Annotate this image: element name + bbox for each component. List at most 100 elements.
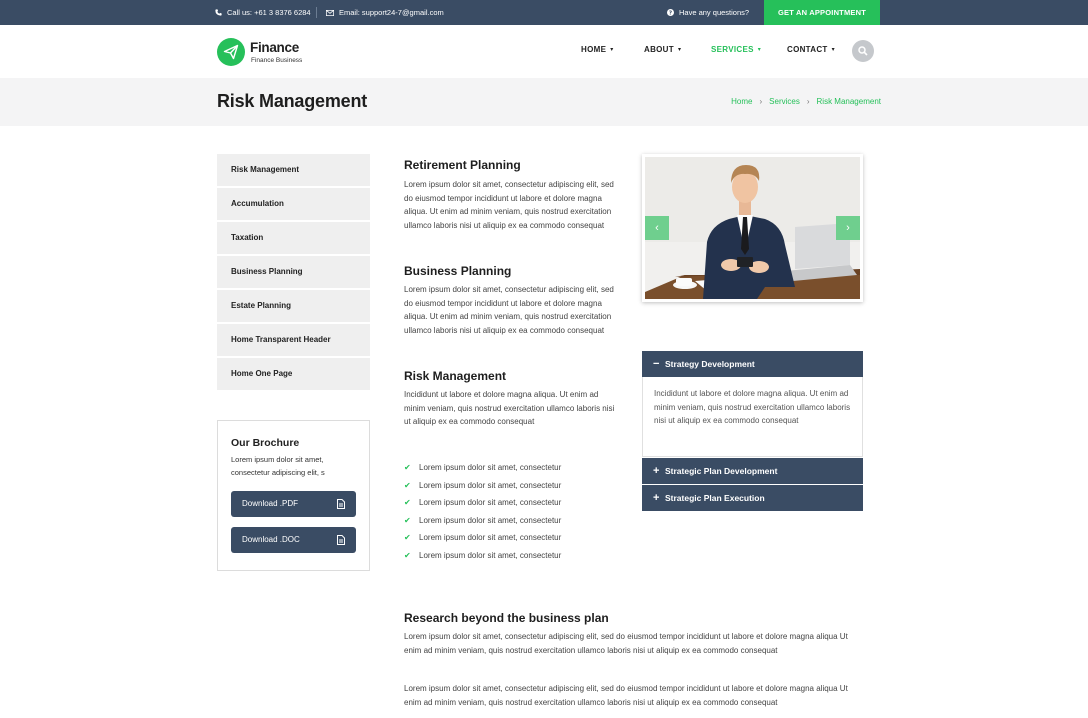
checklist-item-text: Lorem ipsum dolor sit amet, consectetur <box>419 515 562 525</box>
divider <box>316 7 317 18</box>
nav-about[interactable]: ABOUT ▾ <box>644 45 681 54</box>
accordion-title: Strategy Development <box>665 359 755 369</box>
chevron-left-icon: ‹ <box>655 222 659 234</box>
check-icon: ✔ <box>404 533 411 543</box>
check-icon: ✔ <box>404 463 411 473</box>
site-header: Finance Finance Business HOME ▾ ABOUT ▾ SE… <box>0 25 1088 78</box>
brochure-widget: Our Brochure Lorem ipsum dolor sit amet,… <box>217 420 370 571</box>
sidebar-item-business-planning[interactable]: Business Planning <box>217 256 370 288</box>
nav-services-label: SERVICES <box>711 45 754 54</box>
checklist-item-text: Lorem ipsum dolor sit amet, consectetur <box>419 498 562 508</box>
paper-plane-logo-icon[interactable] <box>217 38 245 66</box>
nav-contact-label: CONTACT <box>787 45 828 54</box>
nav-home[interactable]: HOME ▾ <box>581 45 614 54</box>
email-text: Email: support24-7@gmail.com <box>339 8 444 17</box>
chevron-right-icon: › <box>806 97 810 106</box>
checklist-item-text: Lorem ipsum dolor sit amet, consectetur <box>419 463 562 473</box>
breadcrumb: Home › Services › Risk Management <box>731 97 881 106</box>
sidebar-item-risk-management[interactable]: Risk Management <box>217 154 370 186</box>
nav-home-label: HOME <box>581 45 607 54</box>
image-slider: ‹ › <box>642 154 863 302</box>
brand-tagline: Finance Business <box>251 57 303 64</box>
sidebar-item-accumulation[interactable]: Accumulation <box>217 188 370 220</box>
check-icon: ✔ <box>404 515 411 525</box>
sidebar-menu: Risk Management Accumulation Taxation Bu… <box>217 154 370 392</box>
checklist: ✔ Lorem ipsum dolor sit amet, consectetur… <box>404 459 624 564</box>
accordion-header-strategic-plan-execution[interactable]: + Strategic Plan Execution <box>642 485 863 511</box>
svg-text:?: ? <box>669 11 672 16</box>
nav-about-label: ABOUT <box>644 45 674 54</box>
download-pdf-label: Download .PDF <box>242 499 299 508</box>
checklist-item-text: Lorem ipsum dolor sit amet, consectetur <box>419 480 562 490</box>
section-text-business-planning: Lorem ipsum dolor sit amet, consectetur … <box>404 285 614 335</box>
chevron-right-icon: › <box>846 222 850 234</box>
section-title-business-planning: Business Planning <box>404 264 512 278</box>
accordion-title: Strategic Plan Execution <box>665 493 765 503</box>
download-doc-button[interactable]: Download .DOC <box>231 527 356 553</box>
phone-text: Call us: +61 3 8376 6284 <box>227 8 311 17</box>
chevron-down-icon: ▾ <box>610 47 614 53</box>
sidebar-item-home-transparent-header[interactable]: Home Transparent Header <box>217 324 370 356</box>
brochure-title: Our Brochure <box>231 437 300 449</box>
check-icon: ✔ <box>404 550 411 560</box>
document-icon <box>337 499 345 509</box>
businessman-photo <box>645 157 860 299</box>
section-text-retirement-planning: Lorem ipsum dolor sit amet, consectetur … <box>404 180 614 230</box>
chevron-right-icon: › <box>759 97 763 106</box>
nav-contact[interactable]: CONTACT ▾ <box>787 45 835 54</box>
checklist-item: ✔ Lorem ipsum dolor sit amet, consectetur <box>404 459 624 477</box>
section-title-retirement-planning: Retirement Planning <box>404 158 521 172</box>
sidebar-item-estate-planning[interactable]: Estate Planning <box>217 290 370 322</box>
download-pdf-button[interactable]: Download .PDF <box>231 491 356 517</box>
section-title-risk-management: Risk Management <box>404 369 507 383</box>
slider-prev-button[interactable]: ‹ <box>645 216 669 240</box>
accordion-header-strategic-plan-development[interactable]: + Strategic Plan Development <box>642 458 863 484</box>
accordion-header-strategy-development[interactable]: − Strategy Development <box>642 351 863 377</box>
checklist-item: ✔ Lorem ipsum dolor sit amet, consectetur <box>404 512 624 530</box>
page-title-bar: Risk Management Home › Services › Risk M… <box>0 78 1088 126</box>
checklist-item: ✔ Lorem ipsum dolor sit amet, consectetur <box>404 494 624 512</box>
question-circle-icon: ? <box>667 9 674 16</box>
plus-icon: + <box>653 465 660 477</box>
search-button[interactable] <box>852 40 874 62</box>
section-text-risk-management: Incididunt ut labore et dolore magna ali… <box>404 390 615 426</box>
accordion-title: Strategic Plan Development <box>665 466 778 476</box>
checklist-item: ✔ Lorem ipsum dolor sit amet, consectetur <box>404 529 624 547</box>
accordion: − Strategy Development Incididunt ut lab… <box>642 351 863 512</box>
checklist-item-text: Lorem ipsum dolor sit amet, consectetur <box>419 533 562 543</box>
questions-text: Have any questions? <box>679 8 750 17</box>
top-bar: Call us: +61 3 8376 6284 Email: support2… <box>0 0 1088 25</box>
checklist-item: ✔ Lorem ipsum dolor sit amet, consectetur <box>404 477 624 495</box>
phone-contact[interactable]: Call us: +61 3 8376 6284 <box>215 0 311 25</box>
sidebar-item-taxation[interactable]: Taxation <box>217 222 370 254</box>
get-appointment-button[interactable]: GET AN APPOINTMENT <box>764 0 880 25</box>
research-paragraph-2: Lorem ipsum dolor sit amet, consectetur … <box>404 684 848 707</box>
breadcrumb-current: Risk Management <box>816 97 881 106</box>
check-icon: ✔ <box>404 498 411 508</box>
phone-icon <box>215 9 222 16</box>
brochure-text: Lorem ipsum dolor sit amet, consectetur … <box>231 455 325 477</box>
email-contact[interactable]: Email: support24-7@gmail.com <box>326 0 444 25</box>
checklist-item: ✔ Lorem ipsum dolor sit amet, consectetur <box>404 547 624 565</box>
breadcrumb-services[interactable]: Services <box>769 97 800 106</box>
document-icon <box>337 535 345 545</box>
sidebar-item-home-one-page[interactable]: Home One Page <box>217 358 370 390</box>
section-title-research: Research beyond the business plan <box>404 611 609 625</box>
email-icon <box>326 9 334 16</box>
questions-link[interactable]: ? Have any questions? <box>667 0 749 25</box>
nav-services[interactable]: SERVICES ▾ <box>711 45 761 54</box>
download-doc-label: Download .DOC <box>242 535 300 544</box>
breadcrumb-home[interactable]: Home <box>731 97 752 106</box>
plus-icon: + <box>653 492 660 504</box>
chevron-down-icon: ▾ <box>757 47 762 53</box>
checklist-item-text: Lorem ipsum dolor sit amet, consectetur <box>419 550 562 560</box>
brand-name[interactable]: Finance <box>250 40 299 55</box>
page-title: Risk Management <box>217 91 368 111</box>
minus-icon: − <box>653 358 660 370</box>
check-icon: ✔ <box>404 480 411 490</box>
chevron-down-icon: ▾ <box>831 47 835 53</box>
slider-next-button[interactable]: › <box>836 216 860 240</box>
chevron-down-icon: ▾ <box>677 47 682 53</box>
search-icon <box>858 46 868 56</box>
accordion-body-strategy-development: Incididunt ut labore et dolore magna ali… <box>642 377 863 457</box>
